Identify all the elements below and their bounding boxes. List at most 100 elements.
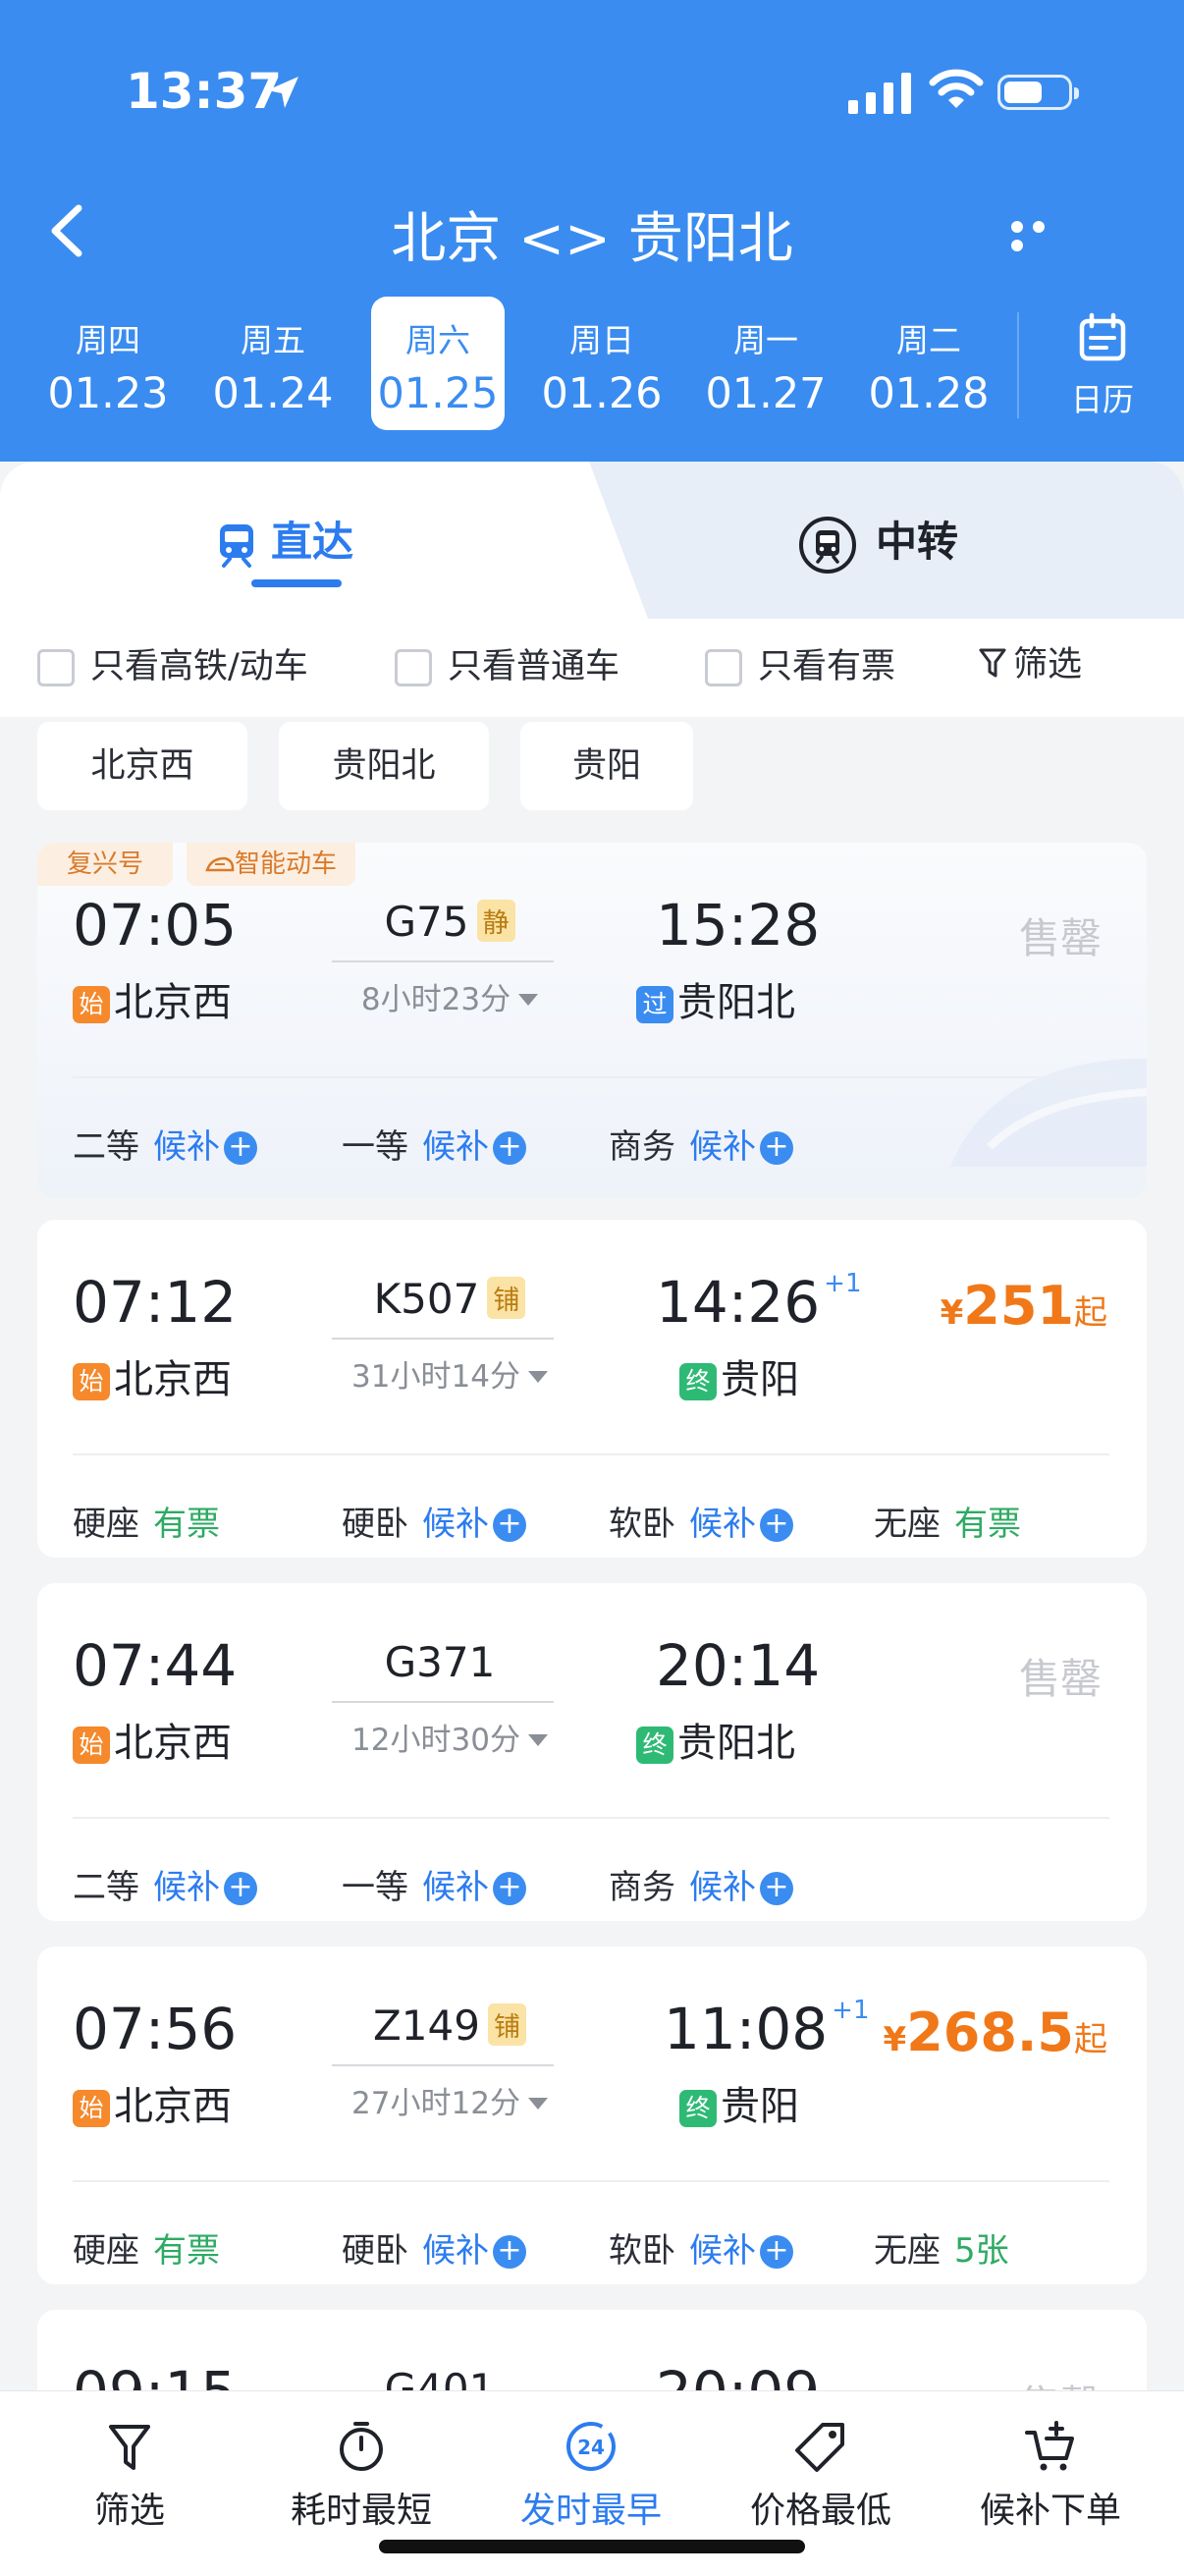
departure-station: 始北京西 [73, 2074, 232, 2131]
seat-hard-seat[interactable]: 硬座 有票 [73, 1497, 220, 1545]
date-item-selected[interactable]: 周六 01.25 [371, 297, 505, 430]
train-number[interactable]: G371 [322, 1638, 558, 1686]
departure-station: 始北京西 [73, 1347, 232, 1404]
train-number[interactable]: Z149 铺 [332, 2001, 567, 2050]
seat-hard-sleeper[interactable]: 硬卧 候补 + [342, 1497, 526, 1545]
smart-train-label: 智能动车 [187, 843, 355, 886]
train-number[interactable]: K507 铺 [332, 1275, 567, 1323]
seat-business[interactable]: 商务 候补 + [609, 1120, 793, 1168]
arrival-time: 14:26 +1 [656, 1269, 862, 1336]
checkbox[interactable] [37, 649, 75, 686]
top-header: 13:37 北京 <> 贵阳北 周四 01.23 周五 01.24 周六 01.… [0, 0, 1184, 511]
wifi-icon [929, 69, 984, 108]
date-item[interactable]: 周四 01.23 [41, 297, 175, 430]
sleeper-badge: 铺 [487, 2003, 526, 2046]
plus-icon[interactable]: + [760, 1508, 793, 1542]
seat-second-class[interactable]: 二等 候补 + [73, 1860, 257, 1908]
train-head-icon [205, 856, 235, 872]
arrival-station: 终贵阳 [679, 1347, 799, 1404]
plus-icon[interactable]: + [224, 1131, 257, 1165]
quiet-badge: 静 [476, 900, 515, 942]
fuxing-label: 复兴号 [37, 843, 173, 886]
arrival-time: 15:28 [656, 892, 821, 959]
arrival-station: 终贵阳北 [636, 1711, 795, 1768]
train-icon [220, 523, 253, 568]
sort-shortest-button[interactable]: 耗时最短 [263, 2419, 459, 2533]
filter-high-speed[interactable]: 只看高铁/动车 [37, 638, 308, 688]
seat-soft-sleeper[interactable]: 软卧 候补 + [609, 1497, 793, 1545]
calendar-divider [1017, 312, 1019, 418]
seat-hard-sleeper[interactable]: 硬卧 候补 + [342, 2223, 526, 2272]
funnel-icon [109, 2425, 150, 2470]
stopwatch-icon [340, 2422, 383, 2471]
24-hour-clock-icon: 24 [566, 2422, 616, 2471]
plus-icon[interactable]: + [224, 1872, 257, 1905]
filter-available[interactable]: 只看有票 [705, 638, 895, 688]
date-item[interactable]: 周二 01.28 [862, 297, 996, 430]
duration[interactable]: 8小时23分 [332, 974, 567, 1018]
sort-earliest-button[interactable]: 24 发时最早 [493, 2419, 689, 2533]
seat-hard-seat[interactable]: 硬座 有票 [73, 2223, 220, 2272]
route-line [332, 2064, 554, 2066]
plus-icon[interactable]: + [760, 1872, 793, 1905]
seat-no-seat[interactable]: 无座 有票 [874, 1497, 1021, 1545]
station-chip[interactable]: 贵阳北 [279, 722, 489, 810]
divider [73, 2180, 1109, 2182]
filter-button[interactable]: 筛选 [978, 636, 1082, 686]
home-indicator[interactable] [379, 2540, 805, 2553]
train-card[interactable]: 07:12 K507 铺 31小时14分 14:26 +1 始北京西 终贵阳 ¥25… [37, 1220, 1147, 1558]
date-item[interactable]: 周五 01.24 [206, 297, 340, 430]
filter-normal[interactable]: 只看普通车 [395, 638, 619, 688]
seat-first-class[interactable]: 一等 候补 + [342, 1120, 526, 1168]
seat-soft-sleeper[interactable]: 软卧 候补 + [609, 2223, 793, 2272]
station-chip[interactable]: 北京西 [37, 722, 247, 810]
svg-text:24: 24 [577, 2436, 605, 2459]
seat-first-class[interactable]: 一等 候补 + [342, 1860, 526, 1908]
seat-business[interactable]: 商务 候补 + [609, 1860, 793, 1908]
seat-no-seat[interactable]: 无座 5张 [874, 2223, 1009, 2272]
checkbox[interactable] [705, 649, 742, 686]
sort-filter-button[interactable]: 筛选 [31, 2419, 228, 2533]
tab-transfer[interactable]: 中转 [797, 509, 958, 575]
tab-active-indicator [251, 579, 342, 587]
departure-time: 07:12 [73, 1269, 238, 1336]
date-item[interactable]: 周日 01.26 [535, 297, 669, 430]
arrival-station: 终贵阳 [679, 2074, 799, 2131]
seat-second-class[interactable]: 二等 候补 + [73, 1120, 257, 1168]
plus-icon[interactable]: + [493, 1131, 526, 1165]
train-card[interactable]: 复兴号 智能动车 07:05 G75 静 8小时23分 15:28 始北京西 过贵… [37, 843, 1147, 1198]
waitlist-order-button[interactable]: 候补下单 [952, 2419, 1149, 2533]
checkbox[interactable] [395, 649, 432, 686]
sold-out-status: 售罄 [1019, 914, 1103, 962]
departure-time: 07:56 [73, 1996, 238, 2062]
sold-out-status: 售罄 [1019, 1655, 1103, 1703]
duration[interactable]: 12小时30分 [332, 1715, 567, 1759]
plus-icon[interactable]: + [760, 2235, 793, 2269]
duration[interactable]: 31小时14分 [332, 1351, 567, 1396]
sort-cheapest-button[interactable]: 价格最低 [723, 2419, 919, 2533]
terminal-tag: 终 [679, 2090, 717, 2127]
date-item[interactable]: 周一 01.27 [699, 297, 833, 430]
date-selector: 周四 01.23 周五 01.24 周六 01.25 周日 01.26 周一 0… [0, 297, 1011, 430]
status-time: 13:37 [126, 63, 283, 120]
divider [73, 1453, 1109, 1455]
train-card[interactable]: 07:44 G371 12小时30分 20:14 始北京西 终贵阳北 售罄 二等… [37, 1583, 1147, 1921]
duration[interactable]: 27小时12分 [332, 2078, 567, 2122]
departure-station: 始北京西 [73, 970, 232, 1027]
sleeper-badge: 铺 [487, 1277, 526, 1319]
plus-icon[interactable]: + [493, 1508, 526, 1542]
chevron-down-icon [518, 994, 539, 1006]
location-arrow-icon [267, 77, 298, 108]
station-chip[interactable]: 贵阳 [520, 722, 693, 810]
train-card[interactable]: 07:56 Z149 铺 27小时12分 11:08 +1 始北京西 终贵阳 ¥26… [37, 1946, 1147, 2284]
plus-icon[interactable]: + [493, 1872, 526, 1905]
train-number[interactable]: G75 静 [332, 898, 567, 946]
plus-icon[interactable]: + [760, 1131, 793, 1165]
more-button[interactable] [1011, 218, 1074, 251]
calendar-icon [1079, 312, 1126, 361]
origin-tag: 始 [73, 2090, 110, 2127]
departure-station: 始北京西 [73, 1711, 232, 1768]
plus-icon[interactable]: + [493, 2235, 526, 2269]
tab-direct[interactable]: 直达 [216, 509, 353, 569]
calendar-button[interactable]: 日历 [1021, 297, 1184, 430]
